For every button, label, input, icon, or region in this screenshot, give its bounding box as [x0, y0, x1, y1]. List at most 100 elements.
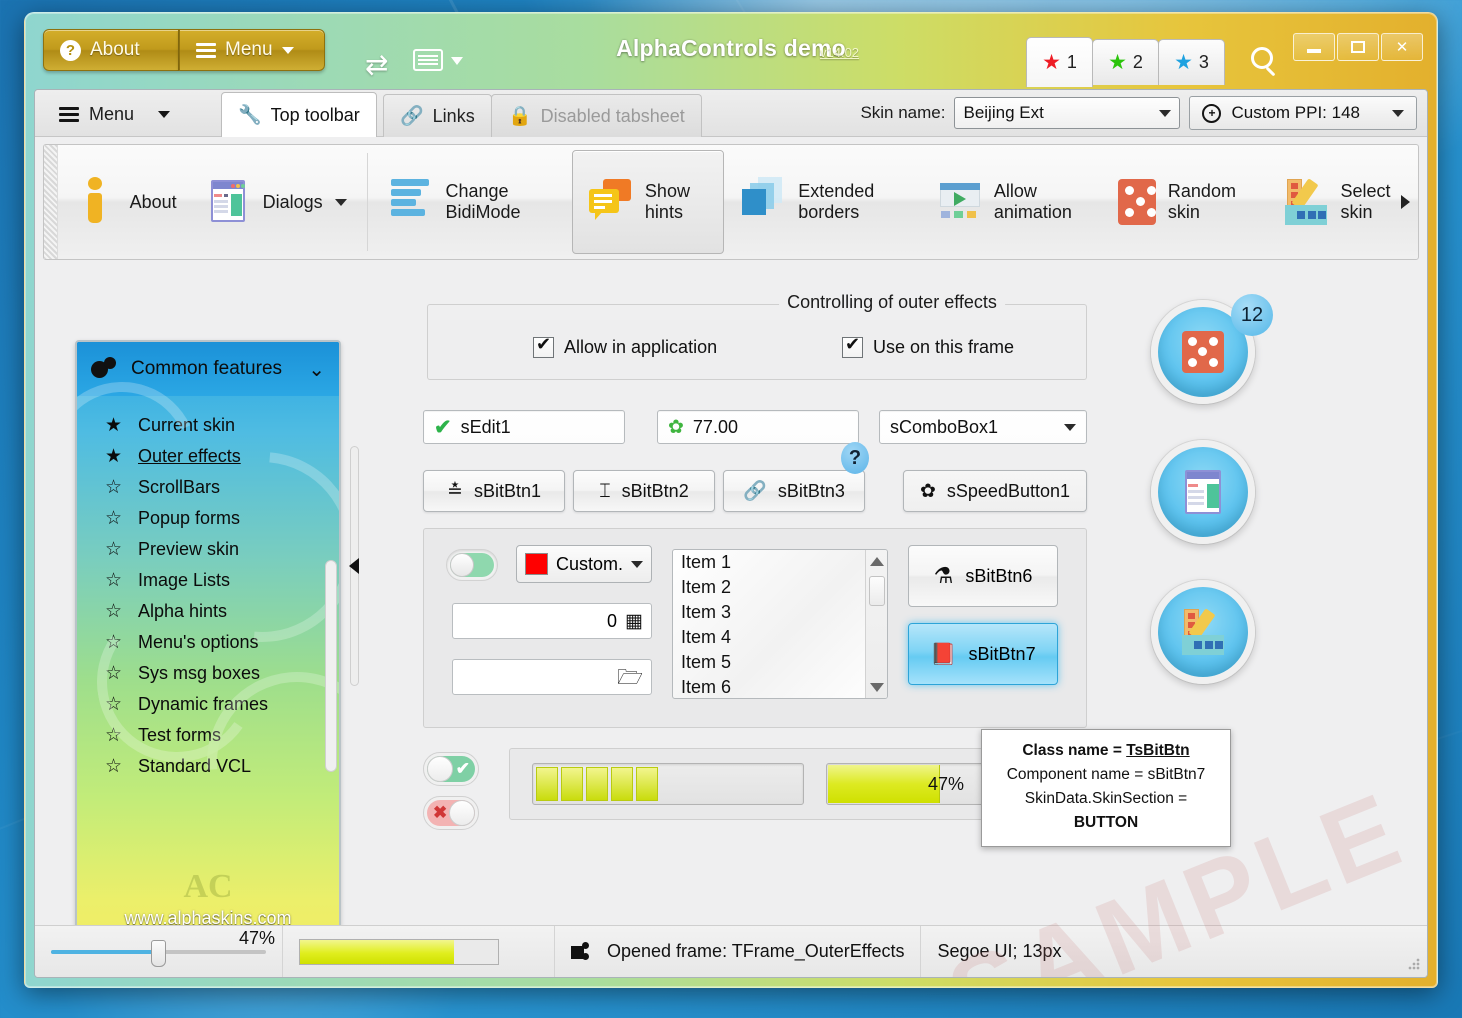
tab-top-toolbar[interactable]: 🔧 Top toolbar — [221, 92, 377, 137]
close-button[interactable]: ✕ — [1381, 33, 1423, 61]
list-item[interactable]: Item 3 — [673, 600, 887, 625]
scroll-up-icon[interactable] — [866, 550, 887, 572]
ribbon-item-about-label: About — [129, 191, 177, 212]
ribbon-item-allow-animation[interactable]: Allow animation — [922, 145, 1104, 259]
sbitbtn1-button[interactable]: ≛ sBitBtn1 — [423, 470, 565, 512]
star-outline-icon: ☆ — [105, 694, 123, 715]
sbitbtn7-button[interactable]: 📕 sBitBtn7 — [908, 623, 1058, 685]
listbox[interactable]: Item 1 Item 2 Item 3 Item 4 Item 5 Item … — [672, 549, 888, 699]
scroll-down-icon[interactable] — [866, 676, 887, 698]
toggle-switch-1[interactable] — [446, 549, 498, 581]
sidebar-item-sys-msg-boxes[interactable]: ☆ Sys msg boxes — [77, 658, 339, 689]
sidebar-splitter[interactable] — [347, 446, 361, 686]
color-combo-value: Custom. — [555, 553, 623, 574]
circle-button-select-skin[interactable] — [1151, 580, 1255, 684]
sbitbtn6-button[interactable]: ⚗ sBitBtn6 — [908, 545, 1058, 607]
sidebar-item-dynamic-frames[interactable]: ☆ Dynamic frames — [77, 689, 339, 720]
scrollbar-thumb[interactable] — [869, 576, 885, 606]
resize-grip-icon[interactable] — [1407, 957, 1421, 971]
status-progress: 47% — [239, 926, 555, 977]
star-tab-3-label: 3 — [1198, 52, 1209, 72]
tabstrip-menu-button[interactable]: Menu — [47, 95, 182, 133]
chevron-down-icon[interactable] — [451, 57, 463, 65]
scombobox1[interactable]: sComboBox1 — [879, 410, 1087, 444]
about-button[interactable]: ? About — [43, 29, 179, 71]
green-gear-icon: ✿ — [668, 416, 684, 438]
skin-name-label: Skin name: — [860, 103, 946, 122]
custom-ppi-button[interactable]: + Custom PPI: 148 — [1189, 96, 1417, 130]
listbox-scrollbar[interactable] — [865, 550, 887, 698]
chain-link-icon: 🔗 — [743, 480, 767, 502]
sidebar-scrollbar[interactable] — [325, 560, 337, 772]
sidebar-item-image-lists[interactable]: ☆ Image Lists — [77, 565, 339, 596]
sidebar-item-alpha-hints[interactable]: ☆ Alpha hints — [77, 596, 339, 627]
star-outline-icon: ☆ — [105, 632, 123, 653]
list-item[interactable]: Item 6 — [673, 675, 887, 698]
bidi-lines-icon — [387, 177, 433, 227]
ribbon-separator — [366, 153, 368, 251]
sidebar-item-outer-effects[interactable]: ★ Outer effects — [77, 441, 339, 472]
maximize-button[interactable] — [1337, 33, 1379, 61]
list-item[interactable]: Item 2 — [673, 575, 887, 600]
star-tab-2[interactable]: ★ 2 — [1092, 39, 1159, 85]
toggle-switch-off[interactable]: ✖ — [423, 796, 479, 830]
circle-button-dialogs[interactable] — [1151, 440, 1255, 544]
sedit1-input[interactable]: ✔ sEdit1 — [423, 410, 625, 444]
ribbon-item-change-bidimode[interactable]: Change BidiMode — [373, 145, 569, 259]
star-outline-icon: ☆ — [105, 508, 123, 529]
color-combo[interactable]: Custom. — [516, 545, 652, 583]
list-item[interactable]: Item 4 — [673, 625, 887, 650]
sbitbtn2-button[interactable]: ⌶ sBitBtn2 — [573, 470, 715, 512]
star-tab-3[interactable]: ★ 3 — [1158, 39, 1225, 85]
sbitbtn3-button[interactable]: 🔗 sBitBtn3 — [723, 470, 865, 512]
checkbox-allow-in-application[interactable]: Allow in application — [533, 334, 717, 358]
chevron-down-icon — [1159, 109, 1172, 117]
minimize-button[interactable] — [1293, 33, 1335, 61]
tooltip-line-1: Class name = TsBitBtn — [994, 739, 1218, 763]
toggle-switch-on[interactable]: ✔ — [423, 752, 479, 786]
folder-edit[interactable]: 🗁 — [452, 659, 652, 695]
help-badge[interactable]: ? — [841, 442, 869, 474]
checkbox-use-on-this-frame[interactable]: Use on this frame — [842, 334, 1015, 358]
sidebar-header-label: Common features — [131, 358, 283, 379]
slider-thumb[interactable] — [151, 940, 166, 967]
ribbon-item-show-hints[interactable]: Show hints — [571, 150, 725, 254]
list-icon[interactable] — [413, 49, 443, 71]
about-button-label: About — [90, 39, 140, 60]
swap-icon[interactable]: ⇄ — [365, 51, 388, 79]
skin-name-combo[interactable]: Beijing Ext — [954, 97, 1181, 129]
ribbon-grip[interactable] — [44, 145, 58, 259]
ribbon-item-about[interactable]: About — [58, 145, 191, 259]
tab-links[interactable]: 🔗 Links — [383, 94, 492, 137]
ribbon-item-dialogs[interactable]: Dialogs — [191, 145, 361, 259]
link-icon: 🔗 — [400, 105, 424, 127]
version-link[interactable]: v14.02 — [820, 45, 859, 60]
ribbon-item-random-skin[interactable]: Random skin — [1104, 145, 1269, 259]
status-font-text: Segoe UI; 13px — [937, 941, 1062, 961]
ribbon-item-extended-borders-label: Extended borders — [798, 181, 875, 222]
sidebar-header-common-features[interactable]: Common features ⌄ — [77, 342, 339, 396]
sidebar-item-menus-options[interactable]: ☆ Menu's options — [77, 627, 339, 658]
sspeedbutton1-button[interactable]: ✿ sSpeedButton1 — [903, 470, 1087, 512]
list-item[interactable]: Item 1 — [673, 550, 887, 575]
sidebar-item-standard-vcl[interactable]: ☆ Standard VCL — [77, 751, 339, 782]
list-item[interactable]: Item 5 — [673, 650, 887, 675]
search-icon[interactable] — [1251, 47, 1283, 79]
sidebar-item-scrollbars[interactable]: ☆ ScrollBars — [77, 472, 339, 503]
sspeedbutton1-label: sSpeedButton1 — [946, 480, 1071, 501]
tooltip-class-value: TsBitBtn — [1126, 742, 1190, 759]
spinedit-input[interactable]: ✿ 77.00 — [657, 410, 859, 444]
ribbon-scroll-right-button[interactable] — [1396, 145, 1414, 259]
puzzle-icon — [571, 941, 593, 962]
sidebar-item-test-forms[interactable]: ☆ Test forms — [77, 720, 339, 751]
menu-button[interactable]: Menu — [179, 29, 325, 71]
chevron-right-icon — [1400, 195, 1410, 209]
checkbox-use-label: Use on this frame — [873, 337, 1015, 357]
calculator-edit[interactable]: 0 ▦ — [452, 603, 652, 639]
ribbon-item-extended-borders[interactable]: Extended borders — [726, 145, 922, 259]
sidebar-item-label: Test forms — [138, 725, 222, 745]
star-tab-1[interactable]: ★ 1 — [1026, 37, 1093, 87]
sidebar-item-current-skin[interactable]: ★ Current skin — [77, 410, 339, 441]
sidebar-item-popup-forms[interactable]: ☆ Popup forms — [77, 503, 339, 534]
sidebar-item-preview-skin[interactable]: ☆ Preview skin — [77, 534, 339, 565]
